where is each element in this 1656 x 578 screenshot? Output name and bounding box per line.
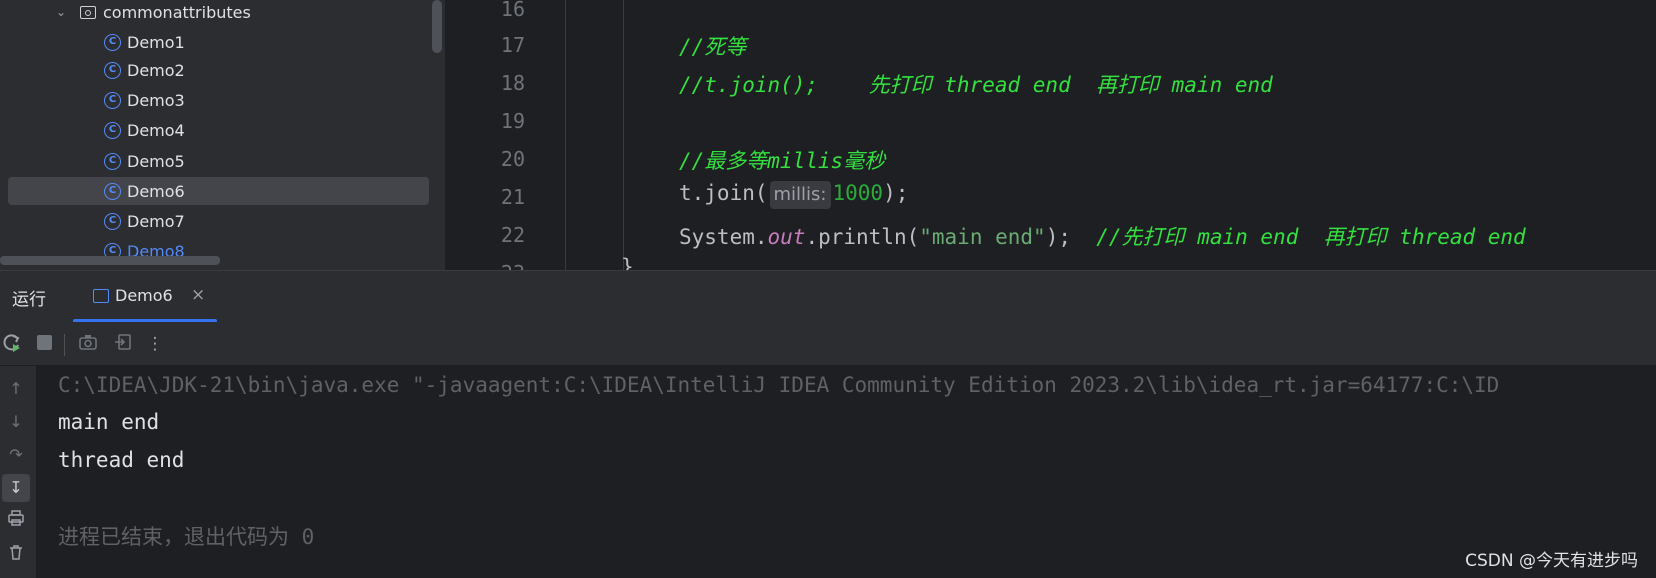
run-panel-title: 运行 [12, 290, 46, 310]
console-tab-icon [93, 289, 109, 303]
more-options-icon[interactable]: ⋮ [143, 332, 167, 356]
indent-guide [565, 0, 566, 270]
console-side-toolbar: ↑ ↓ ↷ ↧ [0, 366, 36, 578]
tree-folder-commonattributes[interactable]: ⌄ commonattributes [8, 0, 429, 26]
class-icon: C [104, 91, 121, 109]
tab-demo6[interactable]: Demo6 × [73, 271, 217, 323]
line-number: 23 [445, 261, 525, 270]
code-line-20: //最多等millis毫秒 [679, 145, 885, 175]
code-text: } [621, 255, 634, 270]
tree-item-demo5[interactable]: C Demo5 [8, 147, 429, 175]
console-output-line: main end [58, 410, 160, 434]
code-string: "main end" [919, 225, 1046, 249]
tree-folder-label: commonattributes [103, 2, 251, 22]
close-icon[interactable]: × [191, 285, 205, 305]
code-comment: //最多等millis毫秒 [679, 149, 886, 173]
code-editor[interactable]: 16 17 //死等 18 //t.join(); 先打印 thread end… [445, 0, 1656, 270]
project-tree: ⌄ commonattributes C Demo1 C Demo2 C Dem… [0, 0, 445, 270]
tree-horizontal-scrollbar[interactable] [0, 256, 220, 265]
tree-item-demo6[interactable]: C Demo6 [8, 177, 429, 205]
line-number: 19 [500, 109, 525, 133]
tree-item-demo1[interactable]: C Demo1 [8, 28, 429, 56]
tab-label: Demo6 [115, 286, 173, 305]
scroll-to-end-icon[interactable]: ↧ [2, 474, 30, 502]
trash-icon[interactable] [2, 542, 30, 570]
code-line-23: } [621, 255, 634, 270]
package-folder-icon [80, 5, 96, 19]
class-icon: C [104, 121, 121, 139]
rerun-icon[interactable] [0, 332, 24, 356]
code-number: 1000 [832, 181, 884, 205]
class-icon: C [104, 152, 121, 170]
code-line-17: //死等 [679, 31, 746, 61]
class-icon: C [104, 182, 121, 200]
camera-icon[interactable] [76, 332, 100, 356]
tree-item-demo4[interactable]: C Demo4 [8, 116, 429, 144]
code-line-22: System.out.println("main end"); //先打印 ma… [679, 221, 1526, 251]
print-icon[interactable] [2, 508, 30, 536]
class-icon: C [104, 61, 121, 79]
watermark: CSDN @今天有进步吗 [1465, 551, 1638, 571]
tree-item-label: Demo2 [127, 60, 185, 80]
code-text: ); [1045, 225, 1097, 249]
code-comment: //t.join(); 先打印 thread end 再打印 main end [679, 73, 1273, 97]
console-output[interactable]: C:\IDEA\JDK-21\bin\java.exe "-javaagent:… [36, 366, 1656, 578]
arrow-down-icon[interactable]: ↓ [2, 408, 30, 436]
tree-item-label: Demo7 [127, 211, 185, 231]
sign-in-icon[interactable] [111, 332, 135, 356]
code-comment: //先打印 main end 再打印 thread end [1096, 225, 1526, 249]
code-text: System. [679, 225, 768, 249]
tree-item-demo3[interactable]: C Demo3 [8, 86, 429, 114]
line-number: 20 [500, 147, 525, 171]
run-toolbar: ⋮ [0, 322, 1656, 366]
tree-item-demo2[interactable]: C Demo2 [8, 56, 429, 84]
code-line-21: t.join(millis: 1000); [679, 181, 908, 209]
toolbar-separator [64, 334, 65, 356]
tree-item-demo7[interactable]: C Demo7 [8, 207, 429, 235]
class-icon: C [104, 33, 121, 51]
tree-item-label: Demo6 [127, 181, 185, 201]
line-number: 17 [500, 33, 525, 57]
line-number: 21 [500, 185, 525, 209]
tree-item-label: Demo4 [127, 120, 185, 140]
code-text: .println( [805, 225, 920, 249]
class-icon: C [104, 212, 121, 230]
run-tool-window-header: 运行 Demo6 × [0, 270, 1656, 323]
line-number: 22 [500, 223, 525, 247]
tree-vertical-scrollbar[interactable] [432, 0, 442, 53]
code-text: ); [883, 181, 909, 205]
arrow-up-icon[interactable]: ↑ [2, 375, 30, 403]
chevron-down-icon[interactable]: ⌄ [56, 5, 70, 19]
indent-guide [623, 0, 624, 270]
parameter-hint: millis: [769, 181, 831, 209]
code-comment: //死等 [679, 35, 747, 59]
code-text: t.join( [679, 181, 768, 205]
line-number: 16 [500, 0, 525, 21]
stop-icon[interactable] [37, 335, 52, 350]
code-line-18: //t.join(); 先打印 thread end 再打印 main end [679, 69, 1273, 99]
process-exit-message: 进程已结束，退出代码为 0 [58, 525, 315, 549]
tree-item-label: Demo1 [127, 32, 185, 52]
code-field: out [767, 225, 806, 249]
soft-wrap-icon[interactable]: ↷ [2, 441, 30, 469]
tree-item-label: Demo3 [127, 90, 185, 110]
console-command-line: C:\IDEA\JDK-21\bin\java.exe "-javaagent:… [58, 373, 1500, 397]
line-number: 18 [500, 71, 525, 95]
tree-item-label: Demo5 [127, 151, 185, 171]
console-output-line: thread end [58, 448, 185, 472]
